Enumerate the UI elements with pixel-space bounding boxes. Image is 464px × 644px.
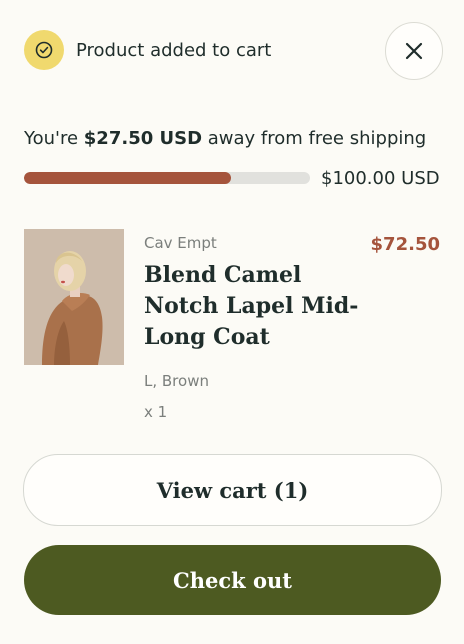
shipping-prefix: You're	[24, 128, 84, 149]
shipping-progress-fill	[24, 172, 232, 184]
view-cart-button[interactable]: View cart (1)	[23, 454, 442, 526]
shipping-suffix: away from free shipping	[202, 128, 427, 149]
free-shipping-message: You're $27.50 USD away from free shippin…	[24, 128, 426, 149]
close-button[interactable]	[385, 22, 443, 80]
shipping-progress-bar	[24, 172, 310, 184]
product-quantity: x 1	[144, 403, 168, 421]
cart-notification: Product added to cart	[24, 30, 271, 70]
shipping-threshold: $100.00 USD	[321, 168, 440, 189]
product-price: $72.50	[370, 234, 440, 255]
product-variant: L, Brown	[144, 372, 209, 390]
notification-text: Product added to cart	[76, 39, 272, 61]
product-title[interactable]: Blend Camel Notch Lapel Mid-Long Coat	[144, 260, 364, 353]
checkout-button[interactable]: Check out	[24, 545, 441, 615]
shipping-remaining-amount: $27.50 USD	[83, 128, 203, 149]
product-image[interactable]	[24, 229, 124, 365]
product-vendor: Cav Empt	[144, 234, 217, 252]
close-icon	[405, 42, 423, 60]
check-circle-icon	[24, 30, 64, 70]
